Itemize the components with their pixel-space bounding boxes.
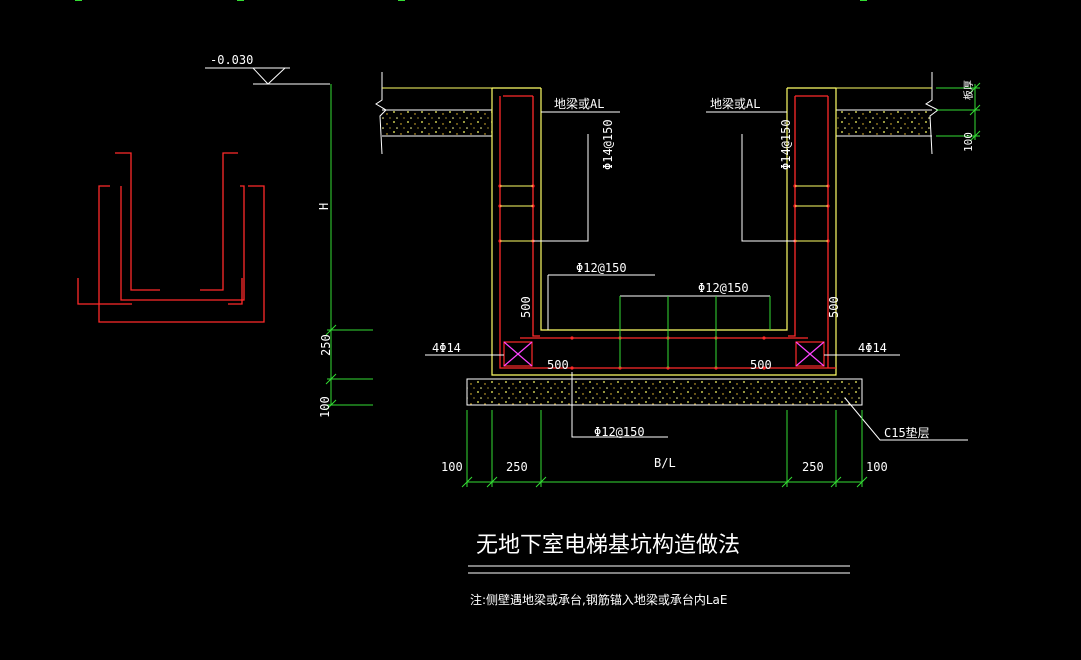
dim-left-100: 100 — [318, 396, 332, 418]
dim-bottom-250-left: 250 — [506, 460, 528, 474]
rebar-schematic — [77, 152, 265, 323]
cad-drawing-canvas: -0.030 H 250 100 板厚 100 地梁或AL 地梁或AL Φ14@… — [0, 0, 1081, 656]
right-floor-slab — [836, 72, 939, 155]
elevator-pit-drawing: -0.030 H 250 100 板厚 100 地梁或AL 地梁或AL Φ14@… — [75, 0, 981, 607]
rebar-corner-right: 4Φ14 — [858, 341, 887, 355]
dim-bottom-100-right: 100 — [866, 460, 888, 474]
dim-right-100: 100 — [962, 132, 975, 152]
rebar-floor-bottom: Φ12@150 — [594, 425, 645, 439]
rebar-floor-upper-left: Φ12@150 — [576, 261, 627, 275]
beam-label-right: 地梁或AL — [710, 96, 760, 111]
elevation-label: -0.030 — [210, 53, 253, 67]
rebar-floor-upper-right: Φ12@150 — [698, 281, 749, 295]
rebar-wall-left: Φ14@150 — [601, 119, 615, 170]
drawing-title: 无地下室电梯基坑构造做法 — [476, 533, 740, 558]
dim-floor-500-left: 500 — [547, 358, 569, 372]
floor-rebar-verticals — [619, 296, 771, 368]
dim-bottom-250-right: 250 — [802, 460, 824, 474]
rebar-corner-left: 4Φ14 — [432, 341, 461, 355]
dim-bottom-BL: B/L — [654, 456, 676, 470]
wall-stirrups — [500, 185, 828, 242]
dim-left-250: 250 — [319, 334, 333, 356]
dim-bottom-100-left: 100 — [441, 460, 463, 474]
label-thickness: 板厚 — [962, 80, 975, 100]
beam-label-left: 地梁或AL — [554, 96, 604, 111]
rebar-wall-right: Φ14@150 — [779, 119, 793, 170]
dim-H: H — [317, 203, 331, 210]
cushion-label: C15垫层 — [884, 425, 930, 440]
dim-wall-500-right: 500 — [827, 296, 841, 318]
left-dimension-chain — [325, 84, 373, 411]
dim-wall-500-left: 500 — [519, 296, 533, 318]
title-underline — [468, 565, 850, 574]
drawing-note: 注:侧壁遇地梁或承台,钢筋锚入地梁或承台内LaE — [470, 592, 727, 607]
bottom-dimension-chain — [461, 410, 868, 488]
cushion-layer — [466, 378, 863, 406]
elevation-marker: -0.030 — [205, 53, 330, 85]
dim-floor-500-right: 500 — [750, 358, 772, 372]
left-floor-slab — [375, 72, 492, 155]
